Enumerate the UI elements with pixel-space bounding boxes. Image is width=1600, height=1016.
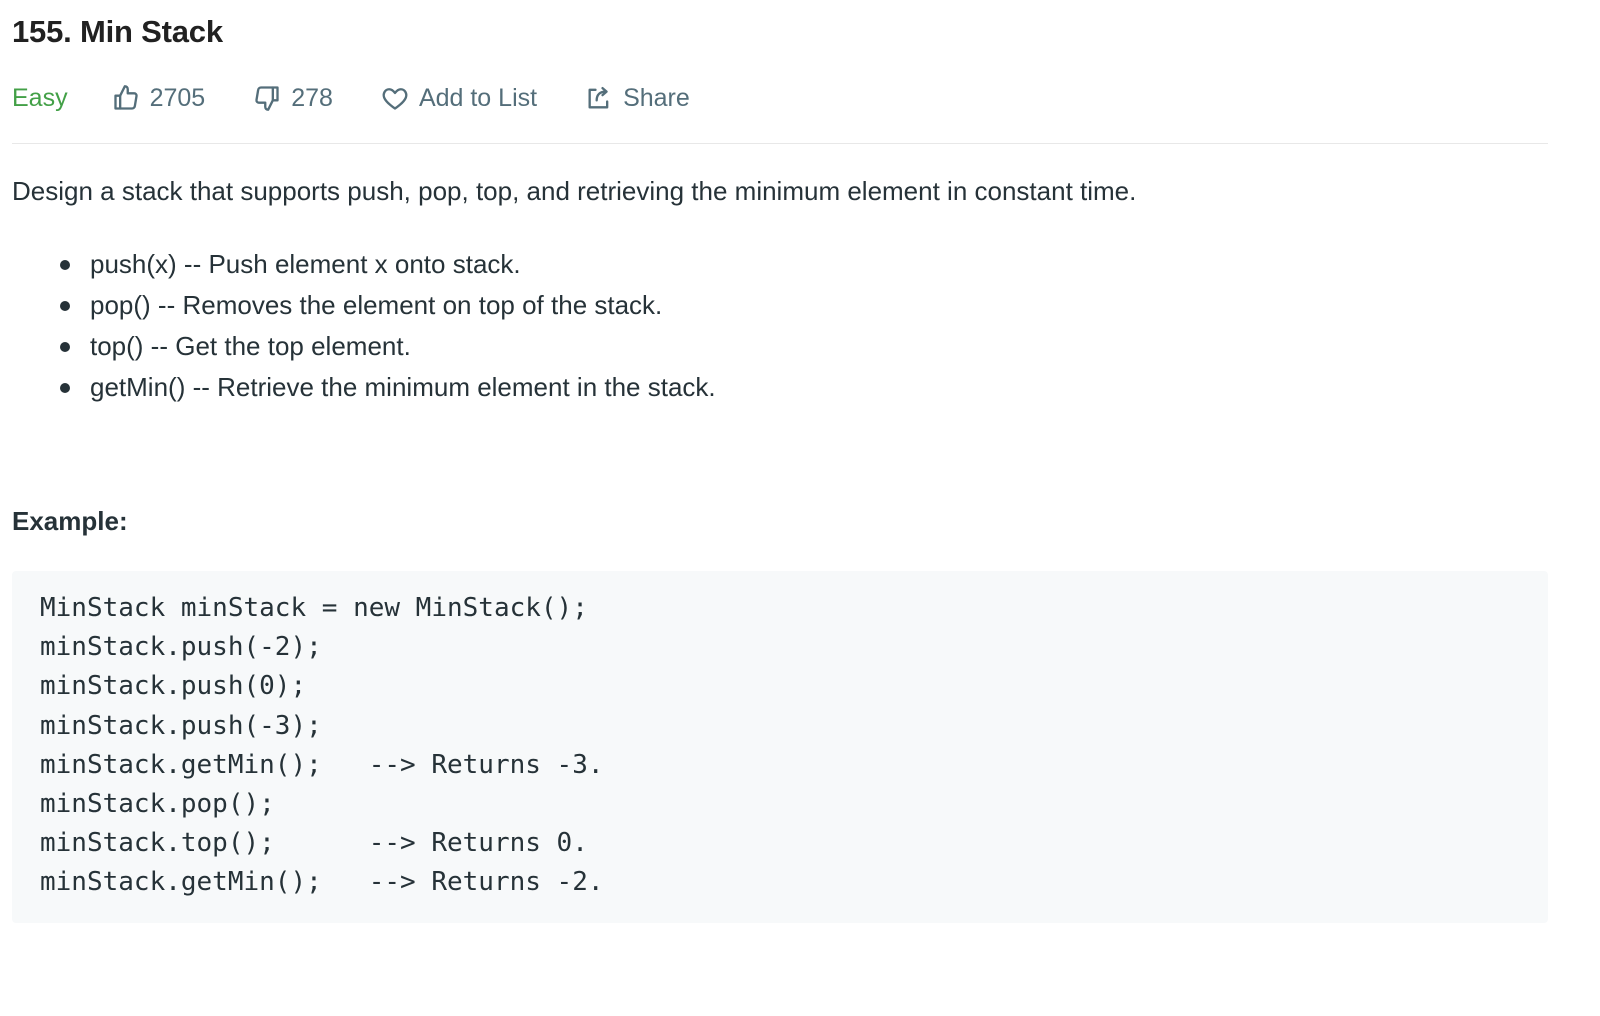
like-button[interactable]: 2705 xyxy=(112,83,206,113)
code-line: minStack.pop(); xyxy=(40,788,275,819)
code-line: minStack.push(0); xyxy=(40,671,307,702)
code-line: MinStack minStack = new MinStack(); xyxy=(40,593,588,623)
example-heading: Example: xyxy=(12,506,128,536)
code-line: minStack.getMin(); --> Returns -2. xyxy=(40,867,604,898)
add-to-list-label: Add to List xyxy=(418,83,538,112)
share-icon xyxy=(588,86,609,109)
list-item: push(x) -- Push element x onto stack. xyxy=(60,244,716,285)
operations-list: push(x) -- Push element x onto stack. po… xyxy=(60,244,716,408)
list-item: top() -- Get the top element. xyxy=(60,326,716,367)
problem-page: 155. Min Stack Easy 2705 278 Add to List xyxy=(0,0,1600,1016)
dislike-count: 278 xyxy=(291,83,333,112)
example-code-block: MinStack minStack = new MinStack(); minS… xyxy=(12,571,1548,923)
difficulty-label: Easy xyxy=(12,83,68,112)
dislike-button[interactable]: 278 xyxy=(253,84,333,113)
share-label: Share xyxy=(623,83,690,112)
header-divider xyxy=(12,143,1548,144)
list-item: getMin() -- Retrieve the minimum element… xyxy=(60,367,716,408)
like-count: 2705 xyxy=(149,83,206,112)
problem-meta-bar: Easy 2705 278 Add to List Share xyxy=(12,80,738,116)
code-line: minStack.getMin(); --> Returns -3. xyxy=(40,749,604,780)
thumbs-up-icon xyxy=(113,85,138,110)
add-to-list-button[interactable]: Add to List xyxy=(381,84,537,113)
problem-description: Design a stack that supports push, pop, … xyxy=(12,176,1137,206)
code-line: minStack.push(-3); xyxy=(40,710,322,741)
share-button[interactable]: Share xyxy=(585,84,690,113)
problem-title: 155. Min Stack xyxy=(12,14,223,49)
thumbs-down-icon xyxy=(255,86,279,111)
heart-icon xyxy=(382,88,408,110)
list-item: pop() -- Removes the element on top of t… xyxy=(60,285,716,326)
code-line: minStack.push(-2); xyxy=(40,632,322,663)
code-line: minStack.top(); --> Returns 0. xyxy=(40,828,588,859)
